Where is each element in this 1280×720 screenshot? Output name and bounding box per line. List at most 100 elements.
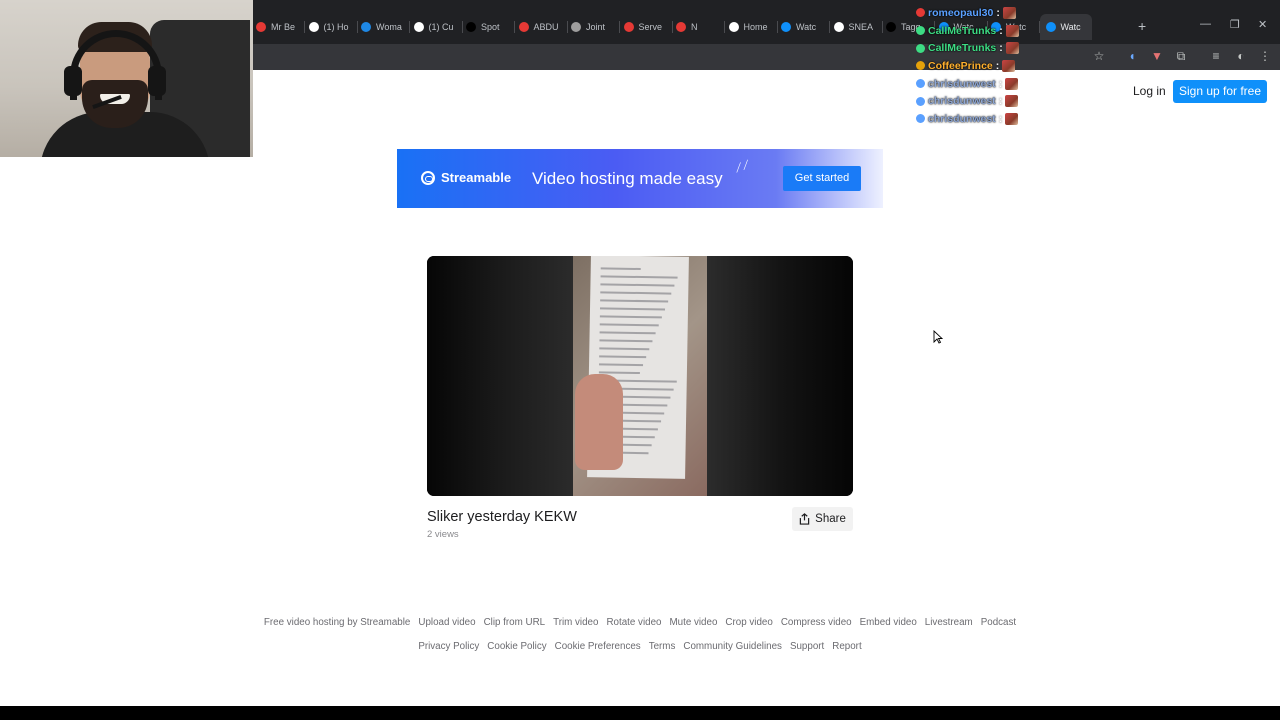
browser-tab[interactable]: (1) Ho <box>308 18 355 36</box>
chat-emote-icon <box>1005 42 1019 55</box>
browser-tab[interactable]: Mr Be <box>256 18 302 36</box>
video-blur-right <box>707 256 853 496</box>
receipt-text-line <box>599 363 644 367</box>
tab-label: (1) Cu <box>428 22 454 32</box>
headset-cup-right <box>148 66 166 96</box>
banner-logo: Streamable <box>421 170 511 185</box>
chat-message: CallMeTrunks: <box>916 22 1046 40</box>
footer-link[interactable]: Cookie Preferences <box>555 641 641 652</box>
footer-link[interactable]: Report <box>832 641 861 652</box>
tab-separator <box>566 21 568 33</box>
profile-icon[interactable]: ◐ <box>1232 48 1250 64</box>
video-title: Sliker yesterday KEKW <box>427 509 577 525</box>
tab-label: Woma <box>376 22 402 32</box>
footer-link[interactable]: Clip from URL <box>484 617 546 628</box>
chat-username: CallMeTrunks <box>928 24 997 37</box>
browser-tab[interactable]: Watc <box>1039 14 1092 40</box>
banner-tagline: Video hosting made easy <box>532 169 723 188</box>
tab-favicon-icon <box>361 22 371 32</box>
browser-tab[interactable]: Joint <box>571 18 617 36</box>
browser-tab[interactable]: Serve <box>623 18 670 36</box>
footer-link[interactable]: Rotate video <box>606 617 661 628</box>
tab-separator <box>619 21 620 33</box>
chat-badge-icon <box>916 43 925 53</box>
footer-links-row1: Free video hosting by Streamable Upload v… <box>0 617 1280 628</box>
tab-separator <box>671 21 673 33</box>
headset-cup-left <box>64 66 82 96</box>
restore-icon[interactable]: ❐ <box>1230 18 1240 31</box>
browser-tab[interactable]: SNEA <box>833 18 880 36</box>
footer-link[interactable]: Free video hosting by Streamable <box>264 617 411 628</box>
video-player[interactable] <box>427 256 853 496</box>
share-button[interactable]: Share <box>792 507 853 531</box>
minimize-icon[interactable]: — <box>1200 18 1211 30</box>
tab-separator <box>461 21 463 33</box>
footer-link[interactable]: Mute video <box>669 617 717 628</box>
extension-icon[interactable]: ◖ <box>1123 48 1141 64</box>
tab-favicon-icon <box>781 22 791 32</box>
get-started-button[interactable]: Get started <box>783 166 861 191</box>
footer-link[interactable]: Compress video <box>781 617 852 628</box>
close-icon[interactable]: ✕ <box>1258 18 1267 31</box>
tab-label: Mr Be <box>271 22 296 32</box>
promo-banner[interactable]: Streamable Video hosting made easy ⟋⟋ Ge… <box>397 149 883 208</box>
tab-favicon-icon <box>571 22 581 32</box>
kebab-menu-icon[interactable]: ⋮ <box>1256 48 1274 64</box>
chat-separator: : <box>999 42 1003 55</box>
receipt-text-line <box>600 307 666 311</box>
tab-label: SNEA <box>848 22 874 32</box>
tab-favicon-icon <box>1045 22 1056 32</box>
tab-label: (1) Ho <box>323 22 349 32</box>
footer-links-row2: Privacy Policy Cookie Policy Cookie Prefer… <box>0 641 1280 652</box>
tab-favicon-icon <box>728 22 739 32</box>
footer-link[interactable]: Trim video <box>553 617 598 628</box>
receipt-text-line <box>599 355 647 359</box>
browser-tab[interactable]: Spot <box>466 18 512 36</box>
footer-link[interactable]: Podcast <box>981 617 1016 628</box>
tab-separator <box>409 21 410 33</box>
browser-tab[interactable]: Watc <box>781 18 827 36</box>
browser-tab[interactable]: (1) Cu <box>413 18 460 36</box>
tab-separator <box>514 21 515 33</box>
puzzle-icon[interactable]: ⧉ <box>1172 48 1190 64</box>
bottom-bar <box>0 706 1280 720</box>
signup-button[interactable]: Sign up for free <box>1173 80 1267 103</box>
chat-badge-icon <box>916 8 925 18</box>
tab-separator <box>776 21 778 33</box>
tab-favicon-icon <box>308 22 319 32</box>
footer-link[interactable]: Terms <box>649 641 676 652</box>
browser-tab[interactable]: N <box>676 18 722 36</box>
footer-link[interactable]: Embed video <box>860 617 917 628</box>
webcam-overlay <box>0 0 253 157</box>
footer-link[interactable]: Support <box>790 641 824 652</box>
footer-link[interactable]: Community Guidelines <box>683 641 782 652</box>
tab-favicon-icon <box>886 22 896 32</box>
receipt-text-line <box>599 339 653 343</box>
footer-link[interactable]: Upload video <box>418 617 475 628</box>
media-icon[interactable]: ▼ <box>1148 48 1166 64</box>
receipt-text-line <box>600 283 675 287</box>
browser-tab[interactable]: Woma <box>361 18 407 36</box>
footer-link[interactable]: Livestream <box>925 617 973 628</box>
footer-link[interactable]: Cookie Policy <box>487 641 546 652</box>
star-icon[interactable]: ☆ <box>1090 48 1108 64</box>
receipt-text-line <box>599 315 662 319</box>
tab-separator <box>304 21 305 33</box>
footer-link[interactable]: Crop video <box>725 617 772 628</box>
tab-label: Joint <box>586 22 606 32</box>
tab-separator <box>881 21 883 33</box>
footer-link[interactable]: Privacy Policy <box>418 641 479 652</box>
tab-separator <box>356 21 358 33</box>
chat-separator: : <box>999 24 1003 37</box>
hand-image <box>575 374 623 470</box>
browser-tab[interactable]: Home <box>728 18 775 36</box>
chat-username: romeopaul30 <box>928 6 994 19</box>
login-link[interactable]: Log in <box>1133 84 1166 98</box>
menu-icon[interactable]: ≡ <box>1207 48 1225 64</box>
tab-label: Watc <box>796 22 817 32</box>
tab-label: Home <box>743 22 768 32</box>
browser-tab[interactable]: ABDU <box>518 18 565 36</box>
plus-icon[interactable]: + <box>1138 18 1146 34</box>
streamable-logo-icon <box>421 170 435 185</box>
receipt-text-line <box>600 291 672 295</box>
